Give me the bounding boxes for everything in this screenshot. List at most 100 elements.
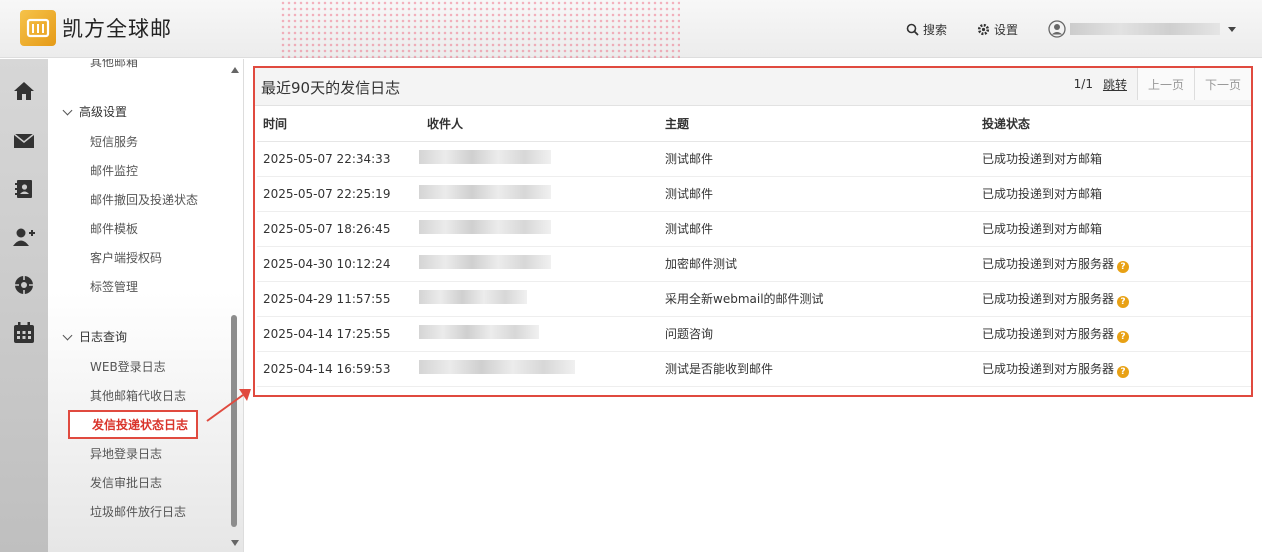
brand-logo[interactable]: 凯方全球邮 — [20, 10, 172, 46]
sidebar-item-other-mailbox[interactable]: 其他邮箱 — [90, 59, 138, 70]
target-icon[interactable] — [0, 265, 48, 305]
cell-subject: 测试邮件 — [665, 176, 982, 212]
sidebar-group-label: 日志查询 — [79, 330, 128, 344]
icon-rail — [0, 59, 48, 552]
cell-recipient — [419, 176, 665, 212]
recipient-redacted — [419, 185, 551, 199]
column-header-status: 投递状态 — [982, 106, 1251, 142]
sidebar-item-spam-release-log[interactable]: 垃圾邮件放行日志 — [90, 503, 186, 520]
status-text: 已成功投递到对方服务器 — [982, 326, 1115, 341]
search-button[interactable]: 搜索 — [906, 21, 947, 38]
recipient-redacted — [419, 290, 527, 304]
jump-link[interactable]: 跳转 — [1103, 76, 1127, 93]
cell-status: 已成功投递到对方服务器? — [982, 316, 1251, 352]
table-row[interactable]: 2025-05-07 18:26:45 测试邮件 已成功投递到对方邮箱 — [257, 211, 1251, 247]
scroll-up-arrow-icon[interactable] — [231, 67, 239, 73]
recipient-redacted — [419, 360, 575, 374]
table-row[interactable]: 2025-05-07 22:34:33 测试邮件 已成功投递到对方邮箱 — [257, 141, 1251, 177]
user-name-redacted — [1070, 23, 1220, 35]
sidebar-group-label: 高级设置 — [79, 105, 128, 119]
sidebar: 其他邮箱 高级设置 短信服务 邮件监控 邮件撤回及投递状态 邮件模板 客户端授权… — [48, 59, 244, 552]
recipient-redacted — [419, 220, 551, 234]
top-header: 凯方全球邮 搜索 设置 — [0, 0, 1262, 58]
cell-subject: 测试是否能收到邮件 — [665, 351, 982, 387]
table-row[interactable]: 2025-04-14 16:59:53 测试是否能收到邮件 已成功投递到对方服务… — [257, 351, 1251, 387]
help-icon[interactable]: ? — [1117, 365, 1130, 378]
sidebar-group-logs[interactable]: 日志查询 — [62, 328, 128, 345]
search-label: 搜索 — [923, 23, 948, 37]
cell-time: 2025-04-14 16:59:53 — [257, 351, 427, 387]
cell-recipient — [419, 141, 665, 177]
add-user-icon[interactable] — [0, 217, 48, 257]
table-header-row: 时间 收件人 主题 投递状态 — [257, 106, 1251, 142]
status-text: 已成功投递到对方邮箱 — [982, 222, 1103, 236]
status-text: 已成功投递到对方服务器 — [982, 256, 1115, 271]
sidebar-group-advanced[interactable]: 高级设置 — [62, 103, 128, 120]
cell-time: 2025-05-07 18:26:45 — [257, 211, 427, 247]
status-text: 已成功投递到对方服务器 — [982, 361, 1115, 376]
user-menu[interactable] — [1048, 20, 1236, 38]
settings-button[interactable]: 设置 — [977, 21, 1018, 38]
table-row[interactable]: 2025-04-14 17:25:55 问题咨询 已成功投递到对方服务器? — [257, 316, 1251, 352]
help-icon[interactable]: ? — [1117, 330, 1130, 343]
sidebar-item-sms[interactable]: 短信服务 — [90, 133, 138, 150]
sidebar-item-approval-log[interactable]: 发信审批日志 — [90, 474, 162, 491]
sidebar-scrollbar[interactable] — [228, 65, 240, 546]
table-row[interactable]: 2025-04-30 10:12:24 加密邮件测试 已成功投递到对方服务器? — [257, 246, 1251, 282]
world-map-decoration — [280, 0, 680, 58]
cell-status: 已成功投递到对方服务器? — [982, 351, 1251, 387]
sidebar-item-client-auth[interactable]: 客户端授权码 — [90, 249, 162, 266]
cell-recipient — [419, 316, 665, 352]
sidebar-item-mail-monitor[interactable]: 邮件监控 — [90, 162, 138, 179]
cell-time: 2025-04-14 17:25:55 — [257, 316, 427, 352]
cell-time: 2025-04-29 11:57:55 — [257, 281, 427, 317]
cell-recipient — [419, 211, 665, 247]
sidebar-item-fetch-log[interactable]: 其他邮箱代收日志 — [90, 387, 186, 404]
cell-subject: 加密邮件测试 — [665, 246, 982, 282]
sidebar-item-tags[interactable]: 标签管理 — [90, 278, 138, 295]
cell-recipient — [419, 351, 665, 387]
cell-status: 已成功投递到对方邮箱 — [982, 176, 1251, 212]
help-icon[interactable]: ? — [1117, 295, 1130, 308]
home-icon[interactable] — [0, 71, 48, 111]
prev-page-button[interactable]: 上一页 — [1136, 68, 1194, 100]
recipient-redacted — [419, 255, 551, 269]
sidebar-item-web-login-log[interactable]: WEB登录日志 — [90, 358, 166, 375]
cell-status: 已成功投递到对方服务器? — [982, 246, 1251, 282]
cell-time: 2025-05-07 22:34:33 — [257, 141, 427, 177]
table-row[interactable]: 2025-05-07 22:25:19 测试邮件 已成功投递到对方邮箱 — [257, 176, 1251, 212]
cell-subject: 测试邮件 — [665, 141, 982, 177]
scroll-down-arrow-icon[interactable] — [231, 540, 239, 546]
avatar-icon — [1048, 20, 1066, 38]
column-header-recipient: 收件人 — [427, 106, 665, 142]
status-text: 已成功投递到对方服务器 — [982, 291, 1115, 306]
recipient-redacted — [419, 325, 539, 339]
logo-icon — [20, 10, 56, 46]
chevron-down-icon — [62, 105, 73, 115]
brand-name: 凯方全球邮 — [62, 17, 172, 41]
search-icon — [906, 23, 919, 36]
status-text: 已成功投递到对方邮箱 — [982, 187, 1103, 201]
help-icon[interactable]: ? — [1117, 260, 1130, 273]
sidebar-item-delivery-log[interactable]: 发信投递状态日志 — [68, 410, 199, 439]
sidebar-item-templates[interactable]: 邮件模板 — [90, 220, 138, 237]
cell-status: 已成功投递到对方服务器? — [982, 281, 1251, 317]
mail-icon[interactable] — [0, 121, 48, 161]
status-text: 已成功投递到对方邮箱 — [982, 152, 1103, 166]
pagination: 1/1 跳转 上一页 下一页 — [1074, 68, 1251, 100]
next-page-button[interactable]: 下一页 — [1193, 68, 1251, 100]
column-header-time: 时间 — [257, 106, 427, 142]
cell-recipient — [419, 246, 665, 282]
settings-label: 设置 — [994, 23, 1019, 37]
calendar-icon[interactable] — [0, 313, 48, 353]
annotation-arrow — [206, 389, 251, 422]
table-row[interactable]: 2025-04-29 11:57:55 采用全新webmail的邮件测试 已成功… — [257, 281, 1251, 317]
panel-header: 最近90天的发信日志 1/1 跳转 上一页 下一页 — [255, 68, 1251, 106]
panel-title: 最近90天的发信日志 — [261, 79, 401, 97]
sidebar-item-recall[interactable]: 邮件撤回及投递状态 — [90, 191, 198, 208]
cell-subject: 采用全新webmail的邮件测试 — [665, 281, 982, 317]
delivery-log-table: 时间 收件人 主题 投递状态 2025-05-07 22:34:33 测试邮件 … — [257, 106, 1251, 387]
cell-subject: 测试邮件 — [665, 211, 982, 247]
contacts-icon[interactable] — [0, 169, 48, 209]
sidebar-item-remote-login-log[interactable]: 异地登录日志 — [90, 445, 162, 462]
